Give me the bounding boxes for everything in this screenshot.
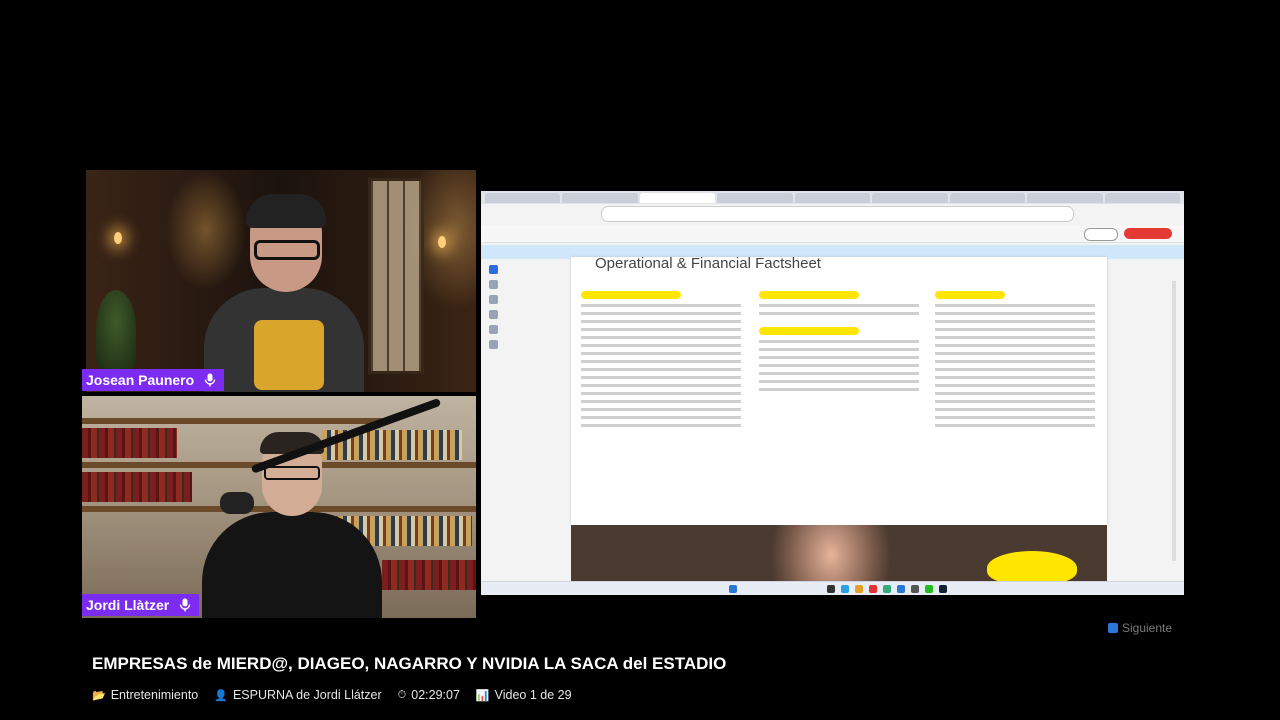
stopwatch-icon: ⏱ [397,688,407,701]
next-video-button[interactable]: Siguiente [1108,621,1172,635]
chart-icon: 📊 [475,689,490,702]
address-bar [601,206,1074,222]
select-tool-icon [489,265,498,274]
speaker-name: Josean Paunero [86,372,195,388]
speaker-video [202,432,382,618]
speaker-name: Jordi Llàtzer [86,597,170,613]
data-column [935,291,1095,432]
wall-lamp [114,232,122,244]
person-icon: 👤 [214,689,228,702]
speaker-nametag: Jordi Llàtzer [82,594,200,616]
wall-lamp [438,236,446,248]
shared-screen: Operational & Financial Factsheet [481,191,1184,595]
webcam-feed-josean [86,170,476,392]
microphone-icon [177,597,193,613]
speaker-video [204,194,364,392]
channel-label: ESPURNA de Jordi Llátzer [232,688,382,702]
bookshelf [82,418,382,424]
primary-button [1124,228,1172,239]
brand-logo [987,551,1077,585]
speaker-nametag: Josean Paunero [82,369,225,391]
pdf-page: Operational & Financial Factsheet [571,255,1107,525]
books [382,560,476,590]
share-button [1084,228,1118,241]
os-taskbar [481,581,1184,595]
data-column [581,291,741,432]
search-icon [489,340,498,349]
duration-label: 02:29:07 [411,688,460,702]
folder-icon: 📂 [92,689,106,702]
document-title: Operational & Financial Factsheet [595,255,821,272]
position-label: Video 1 de 29 [494,688,572,702]
microphone-icon [202,372,218,388]
webcam-feed-jordi [82,396,476,618]
category-label: Entretenimiento [110,688,199,702]
books [82,472,192,502]
books [82,428,177,458]
video-title: EMPRESAS de MIERD@, DIAGEO, NAGARRO Y NV… [92,654,727,673]
crop-icon [489,325,498,334]
next-video-label: Siguiente [1122,621,1173,635]
duration-meta: ⏱ 02:29:07 [398,688,460,702]
channel-meta: 👤 ESPURNA de Jordi Llátzer [214,688,381,702]
microphone [220,492,254,514]
scrollbar [1172,281,1176,561]
plant [96,290,136,370]
position-meta: 📊 Video 1 de 29 [476,688,572,702]
shape-icon [489,310,498,319]
pdf-toolbar [481,226,1184,243]
pdf-sidebar [489,265,501,365]
window [368,178,424,374]
browser-tab-strip [481,191,1184,204]
zoom-icon [489,280,498,289]
pen-icon [489,295,498,304]
category-meta: 📂 Entretenimiento [92,688,198,702]
next-track-icon [1108,623,1118,633]
data-column [759,291,919,396]
video-meta: 📂 Entretenimiento 👤 ESPURNA de Jordi Llá… [92,688,572,702]
